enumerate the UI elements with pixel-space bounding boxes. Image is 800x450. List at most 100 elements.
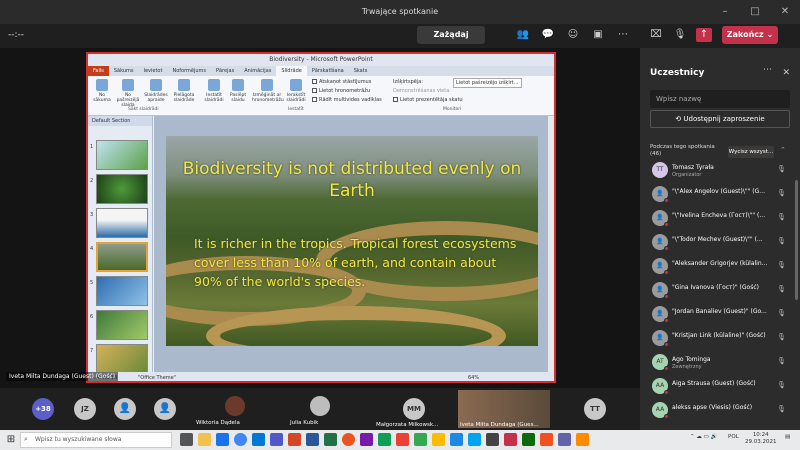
custom-show-button[interactable]: Pielāgota slaidrāde [172, 79, 196, 103]
hide-slide-button[interactable]: Paslēpt slaidu [226, 79, 250, 103]
input-language[interactable]: POL [728, 434, 739, 440]
participant-row[interactable]: AA Aiga Štrausa (Guest) (Gość) 🎙 [650, 376, 790, 398]
edge-icon[interactable] [216, 433, 229, 446]
taskbar-search-input[interactable]: Wpisz tu wyszukiwane słowa [20, 432, 172, 448]
thumb-slide-3[interactable] [96, 208, 148, 238]
reactions-icon[interactable]: ☺ [565, 28, 581, 42]
setup-show-button[interactable]: Iestatīt slaidrādi [202, 79, 226, 103]
participant-row[interactable]: 👤 "Gina Ivanova (Гост)" (Gość) 🎙 [650, 280, 790, 302]
participant-row[interactable]: 👤 "Aleksander Grigorjev (külalin... 🎙 [650, 256, 790, 278]
word-icon[interactable] [306, 433, 319, 446]
windows-start-icon[interactable]: ⊞ [4, 433, 18, 447]
tab-slideshow[interactable]: Slīdrāde [276, 66, 307, 76]
check-narrations[interactable]: Atskaņot stāstījumus [312, 78, 371, 86]
panel-scrollbar[interactable] [795, 140, 798, 420]
app-icon[interactable] [450, 433, 463, 446]
participant-row[interactable]: AA alekss apse (Viesis) (Gość) 🎙 [650, 400, 790, 422]
take-control-button[interactable]: Zażądaj kontroli [417, 26, 485, 57]
during-meeting-header[interactable]: Podczas tego spotkania (46) [650, 144, 715, 158]
thumb-slide-2[interactable] [96, 174, 148, 204]
tray-icons[interactable]: ⌃ ☁ ▭ 🔊 [690, 434, 717, 440]
onenote-icon[interactable] [360, 433, 373, 446]
tab-animations[interactable]: Animācijas [239, 66, 276, 76]
participant-row[interactable]: 👤 "\"Ivelina Encheva (Гост)\"" (... 🎙 [650, 208, 790, 230]
task-view-icon[interactable] [180, 433, 193, 446]
share-icon[interactable]: ↑ [696, 28, 712, 42]
avatar[interactable]: TT [584, 398, 606, 420]
chat-icon[interactable]: 💬 [540, 28, 556, 42]
excel-icon[interactable] [324, 433, 337, 446]
avatar[interactable] [225, 396, 245, 416]
notifications-icon[interactable]: ▤ [785, 434, 790, 440]
end-call-button[interactable]: Zakończ ⌄ [722, 26, 778, 44]
thumb-slide-4[interactable] [96, 242, 148, 272]
chevron-up-icon[interactable]: ⌃ [780, 146, 786, 154]
tab-insert[interactable]: Ievietot [139, 66, 168, 76]
scroll-thumb[interactable] [795, 180, 798, 300]
app-icon[interactable] [414, 433, 427, 446]
participants-icon[interactable]: 👥 [515, 28, 531, 42]
thumb-slide-7[interactable] [96, 344, 148, 374]
resolution-select[interactable]: Lietot pašreizējo izšķirt... [453, 78, 522, 88]
avatar[interactable]: 👤 [114, 398, 136, 420]
tab-transitions[interactable]: Pārejas [211, 66, 239, 76]
tab-view[interactable]: Skats [349, 66, 373, 76]
check-media-controls[interactable]: Rādīt multivides vadīklas [312, 96, 382, 104]
participant-row[interactable]: 👤 "Jordan Banaliev (Guest)" (Go... 🎙 [650, 304, 790, 326]
thumb-slide-5[interactable] [96, 276, 148, 306]
breakout-icon[interactable]: ▣ [590, 28, 606, 42]
camera-off-icon[interactable]: ⌧ [648, 28, 664, 42]
presenter-view-check[interactable]: Lietot prezentētāja skatu [393, 96, 463, 104]
mic-off-icon[interactable]: 🎙 [672, 28, 688, 42]
tab-design[interactable]: Noformējums [167, 66, 211, 76]
more-participants-badge[interactable]: +38 [32, 398, 54, 420]
app-icon[interactable] [432, 433, 445, 446]
tab-review[interactable]: Pārskatīšana [307, 66, 349, 76]
close-panel-icon[interactable]: ✕ [782, 68, 790, 78]
participant-row[interactable]: 👤 "\"Todor Mechev (Guest)\"" (... 🎙 [650, 232, 790, 254]
check-timings[interactable]: Lietot hronometrāžu [312, 87, 370, 95]
thumb-slide-1[interactable] [96, 140, 148, 170]
maximize-icon[interactable]: □ [740, 0, 770, 24]
close-icon[interactable]: ✕ [770, 0, 800, 24]
more-icon[interactable]: ⋯ [615, 28, 631, 42]
thumb-slide-6[interactable] [96, 310, 148, 340]
powerpoint-icon[interactable] [288, 433, 301, 446]
app-icon[interactable] [486, 433, 499, 446]
tab-file[interactable]: Fails [88, 66, 109, 76]
record-show-button[interactable]: Ierakstīt slaidrādi [284, 79, 308, 103]
app-icon[interactable] [540, 433, 553, 446]
rehearse-button[interactable]: Izmēģināt ar hronometrāžu [252, 79, 284, 103]
pop-out-icon[interactable]: ⋯ [763, 65, 772, 75]
app-icon[interactable] [504, 433, 517, 446]
zoom-level[interactable]: 64% [468, 372, 479, 381]
app-icon[interactable] [378, 433, 391, 446]
participant-search-input[interactable]: Wpisz nazwę [650, 90, 790, 108]
app-icon[interactable] [576, 433, 589, 446]
participant-row[interactable]: 👤 "\"Alex Angelov (Guest)\"" (G... 🎙 [650, 184, 790, 206]
avatar[interactable]: 👤 [154, 398, 176, 420]
chrome-icon[interactable] [234, 433, 247, 446]
teams-icon[interactable] [270, 433, 283, 446]
from-beginning-button[interactable]: No sākuma [90, 79, 114, 103]
avatar[interactable]: JZ [74, 398, 96, 420]
skype-icon[interactable] [468, 433, 481, 446]
participant-row[interactable]: AT Ago Tominga Zewnętrzny 🎙 [650, 352, 790, 374]
minimize-icon[interactable]: – [710, 0, 740, 24]
mail-icon[interactable] [252, 433, 265, 446]
tab-home[interactable]: Sākums [109, 66, 139, 76]
firefox-icon[interactable] [342, 433, 355, 446]
from-current-button[interactable]: No pašreizējā slaida [116, 79, 140, 108]
slide-scrollbar[interactable] [548, 116, 554, 372]
taskbar-clock[interactable]: 10:24 29.03.2021 [745, 432, 777, 446]
app-icon[interactable] [396, 433, 409, 446]
participant-row[interactable]: TT Tomasz Tyrała Organizator 🎙 [650, 160, 790, 182]
app-icon[interactable] [558, 433, 571, 446]
avatar[interactable] [310, 396, 330, 416]
share-invite-button[interactable]: ⟲ Udostępnij zaproszenie [650, 110, 790, 128]
participant-row[interactable]: 👤 "Kristjan Link (külaline)" (Gość) 🎙 [650, 328, 790, 350]
broadcast-button[interactable]: Slaidrādes apraide [144, 79, 168, 103]
file-explorer-icon[interactable] [198, 433, 211, 446]
app-icon[interactable] [522, 433, 535, 446]
avatar[interactable]: MM [403, 398, 425, 420]
